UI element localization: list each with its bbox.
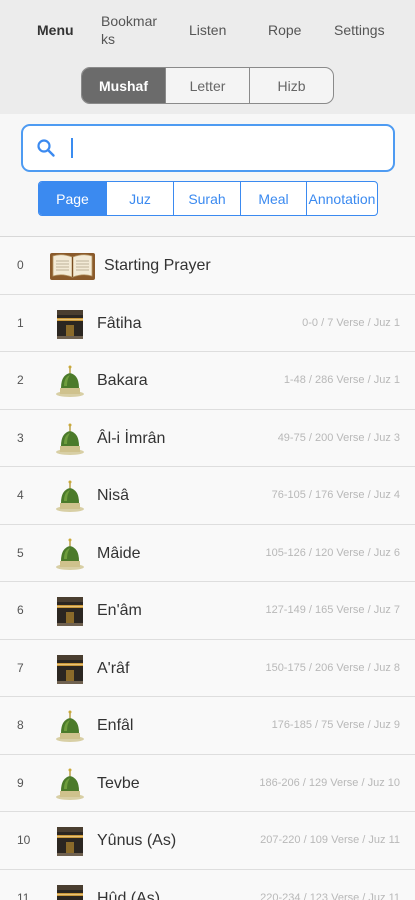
green-dome-icon bbox=[54, 537, 86, 571]
text-caret bbox=[71, 138, 73, 158]
list-item[interactable]: 9 Tevbe 186-206 / 129 Verse / Juz 10 bbox=[0, 754, 415, 812]
open-book-icon bbox=[49, 250, 96, 284]
tab-meal[interactable]: Meal bbox=[241, 182, 307, 215]
kaaba-icon bbox=[54, 307, 86, 341]
tab-page[interactable]: Page bbox=[39, 182, 107, 215]
top-bar: Menu Bookmarks Listen Rope Settings Mush… bbox=[0, 0, 415, 114]
tab-mushaf[interactable]: Mushaf bbox=[82, 68, 166, 103]
row-index: 4 bbox=[17, 488, 24, 502]
list-item[interactable]: 8 Enfâl 176-185 / 75 Verse / Juz 9 bbox=[0, 697, 415, 755]
tab-juz[interactable]: Juz bbox=[107, 182, 174, 215]
row-title: Âl-i İmrân bbox=[97, 429, 166, 447]
row-title: En'âm bbox=[97, 602, 142, 619]
tab-hizb[interactable]: Hizb bbox=[250, 68, 333, 103]
list-item[interactable]: 11 Hûd (As) 220-234 / 123 Verse / Juz 11 bbox=[0, 869, 415, 900]
row-index: 1 bbox=[17, 315, 24, 330]
row-info: 207-220 / 109 Verse / Juz 11 bbox=[260, 834, 400, 846]
green-dome-icon bbox=[54, 364, 86, 398]
mode-segmented-control: Mushaf Letter Hizb bbox=[81, 67, 334, 104]
row-info: 176-185 / 75 Verse / Juz 9 bbox=[271, 719, 400, 731]
row-title: A'râf bbox=[97, 659, 130, 677]
list-item[interactable]: 4 Nisâ 76-105 / 176 Verse / Juz 4 bbox=[0, 467, 415, 525]
search-input[interactable] bbox=[67, 134, 377, 162]
green-dome-icon bbox=[54, 479, 86, 513]
nav-menu[interactable]: Menu bbox=[37, 21, 74, 39]
kaaba-icon bbox=[54, 882, 86, 900]
nav-bookmarks[interactable]: Bookmarks bbox=[101, 12, 161, 48]
top-nav: Menu Bookmarks Listen Rope Settings bbox=[0, 12, 415, 48]
row-info: 186-206 / 129 Verse / Juz 10 bbox=[259, 776, 400, 789]
surah-list: 0 Starting Prayer 1 Fâtiha 0-0 / 7 Verse / J… bbox=[0, 236, 415, 900]
nav-rope[interactable]: Rope bbox=[268, 21, 301, 39]
row-index: 11 bbox=[17, 890, 30, 900]
row-info: 76-105 / 176 Verse / Juz 4 bbox=[271, 489, 400, 501]
row-info: 150-175 / 206 Verse / Juz 8 bbox=[265, 661, 400, 674]
search-box bbox=[21, 124, 395, 172]
search-icon bbox=[37, 139, 55, 157]
tab-surah[interactable]: Surah bbox=[174, 182, 241, 215]
list-item[interactable]: 10 Yûnus (As) 207-220 / 109 Verse / Juz 11 bbox=[0, 812, 415, 870]
row-info: 127-149 / 165 Verse / Juz 7 bbox=[265, 604, 400, 616]
nav-settings[interactable]: Settings bbox=[334, 21, 385, 39]
row-title: Mâide bbox=[97, 544, 141, 562]
row-index: 0 bbox=[17, 258, 24, 272]
kaaba-icon bbox=[54, 824, 86, 858]
kaaba-icon bbox=[54, 594, 86, 628]
list-item[interactable]: 3 Âl-i İmrân 49-75 / 200 Verse / Juz 3 bbox=[0, 409, 415, 467]
tab-annotation[interactable]: Annotation bbox=[307, 182, 377, 215]
row-info: 220-234 / 123 Verse / Juz 11 bbox=[260, 891, 400, 900]
row-title: Fâtiha bbox=[97, 314, 142, 332]
row-info: 1-48 / 286 Verse / Juz 1 bbox=[283, 374, 400, 386]
row-index: 7 bbox=[17, 660, 24, 675]
row-index: 9 bbox=[17, 775, 24, 790]
list-item[interactable]: 7 A'râf 150-175 / 206 Verse / Juz 8 bbox=[0, 639, 415, 697]
row-title: Tevbe bbox=[97, 774, 140, 792]
green-dome-icon bbox=[54, 422, 86, 456]
row-title: Bakara bbox=[97, 372, 148, 389]
kaaba-icon bbox=[54, 652, 86, 686]
row-info: 49-75 / 200 Verse / Juz 3 bbox=[277, 431, 400, 444]
row-index: 2 bbox=[17, 373, 24, 387]
green-dome-icon bbox=[54, 709, 86, 743]
row-title: Hûd (As) bbox=[97, 889, 161, 900]
list-item[interactable]: 1 Fâtiha 0-0 / 7 Verse / Juz 1 bbox=[0, 294, 415, 352]
row-index: 6 bbox=[17, 603, 24, 617]
row-title: Yûnus (As) bbox=[97, 832, 177, 849]
nav-listen[interactable]: Listen bbox=[189, 21, 226, 39]
list-item[interactable]: 6 En'âm 127-149 / 165 Verse / Juz 7 bbox=[0, 582, 415, 640]
row-info: 0-0 / 7 Verse / Juz 1 bbox=[302, 316, 400, 329]
list-item[interactable]: 0 Starting Prayer bbox=[0, 237, 415, 295]
row-title: Nisâ bbox=[97, 487, 130, 504]
row-title: Enfâl bbox=[97, 717, 134, 734]
row-title: Starting Prayer bbox=[104, 257, 211, 274]
row-info: 105-126 / 120 Verse / Juz 6 bbox=[265, 546, 400, 559]
row-index: 8 bbox=[17, 718, 24, 732]
row-index: 5 bbox=[17, 545, 24, 560]
list-item[interactable]: 2 Bakara 1-48 / 286 Verse / Juz 1 bbox=[0, 352, 415, 410]
list-item[interactable]: 5 Mâide 105-126 / 120 Verse / Juz 6 bbox=[0, 524, 415, 582]
row-index: 3 bbox=[17, 430, 24, 445]
green-dome-icon bbox=[54, 767, 86, 801]
row-index: 10 bbox=[17, 833, 31, 847]
filter-segmented-control: Page Juz Surah Meal Annotation bbox=[38, 181, 378, 216]
tab-letter[interactable]: Letter bbox=[166, 68, 250, 103]
